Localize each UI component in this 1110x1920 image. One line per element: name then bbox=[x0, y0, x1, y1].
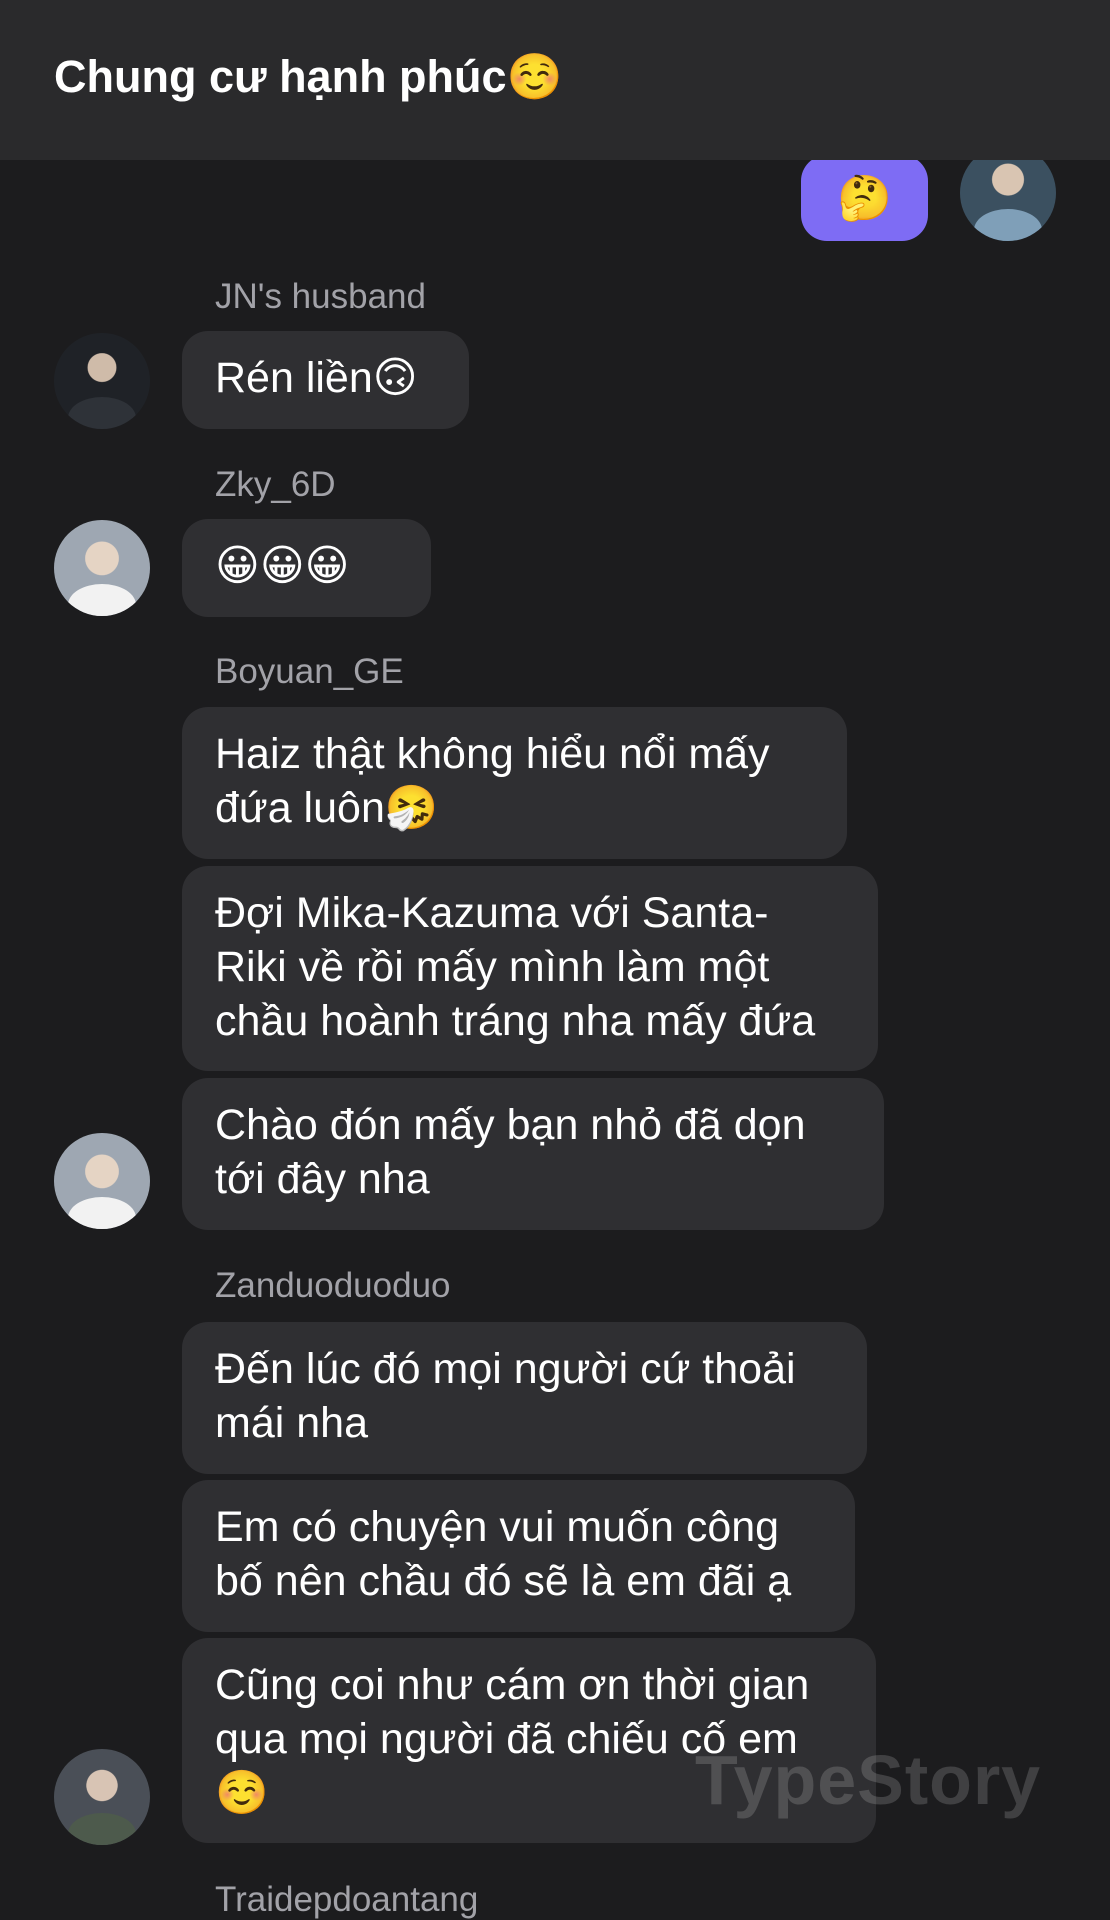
message-text: 😀😀😀 bbox=[215, 542, 350, 590]
sender-name: Zky_6D bbox=[215, 465, 336, 504]
message-bubble[interactable]: Đến lúc đó mọi người cứ thoải mái nha bbox=[182, 1322, 867, 1474]
message-text: Chào đón mấy bạn nhỏ đã dọn tới đây nha bbox=[215, 1101, 806, 1203]
avatar[interactable] bbox=[54, 520, 150, 616]
message-bubble[interactable]: Chào đón mấy bạn nhỏ đã dọn tới đây nha bbox=[182, 1078, 884, 1230]
message-text: Đến lúc đó mọi người cứ thoải mái nha bbox=[215, 1345, 796, 1447]
avatar[interactable] bbox=[54, 1133, 150, 1229]
message-text: Đợi Mika-Kazuma với Santa- Riki về rồi m… bbox=[215, 889, 816, 1045]
message-bubble[interactable]: Em có chuyện vui muốn công bố nên chầu đ… bbox=[182, 1480, 855, 1632]
sender-name: Boyuan_GE bbox=[215, 652, 404, 691]
watermark: TypeStory bbox=[695, 1741, 1042, 1819]
my-message-bubble[interactable]: 🤔 bbox=[801, 155, 928, 241]
message-bubble[interactable]: Rén liền🙃 bbox=[182, 331, 469, 429]
message-text: Rén liền🙃 bbox=[215, 354, 418, 402]
sender-name: Zanduoduoduo bbox=[215, 1266, 451, 1305]
my-message-text: 🤔 bbox=[837, 174, 892, 223]
message-bubble[interactable]: Haiz thật không hiểu nổi mấy đứa luôn🤧 bbox=[182, 707, 847, 859]
avatar[interactable] bbox=[54, 1749, 150, 1845]
chat-title: Chung cư hạnh phúc☺️ bbox=[54, 51, 563, 102]
message-text: Haiz thật không hiểu nổi mấy đứa luôn🤧 bbox=[215, 730, 770, 832]
message-bubble[interactable]: Đợi Mika-Kazuma với Santa- Riki về rồi m… bbox=[182, 866, 878, 1071]
avatar[interactable] bbox=[54, 333, 150, 429]
chat-header: Chung cư hạnh phúc☺️ bbox=[0, 0, 1110, 160]
message-bubble[interactable]: 😀😀😀 bbox=[182, 519, 431, 617]
sender-name: JN's husband bbox=[215, 277, 426, 316]
sender-name: Traidepdoantang bbox=[215, 1880, 479, 1919]
message-text: Em có chuyện vui muốn công bố nên chầu đ… bbox=[215, 1503, 792, 1605]
